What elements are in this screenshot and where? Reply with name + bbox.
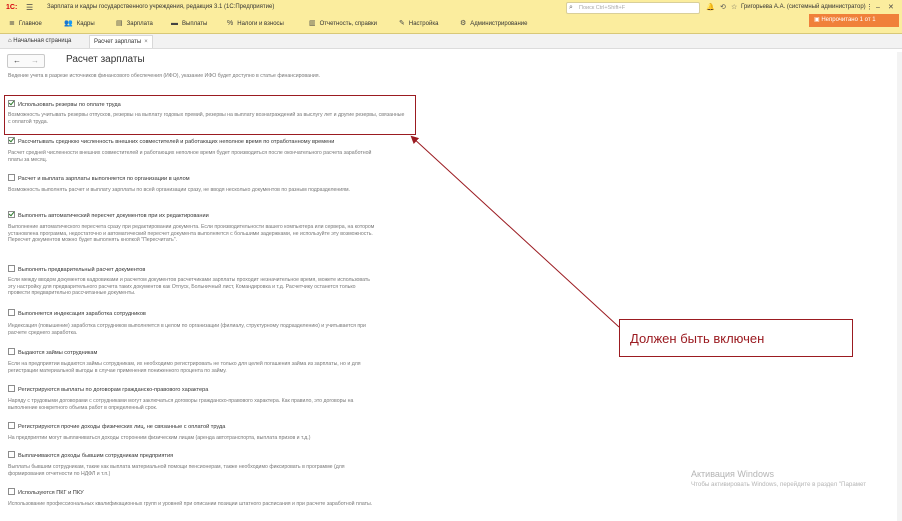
- windows-activation-title: Активация Windows: [691, 469, 774, 479]
- checkbox[interactable]: [8, 451, 15, 458]
- option-description: Расчет средней численности внешних совме…: [8, 150, 372, 163]
- highlight-frame: [4, 95, 416, 135]
- option-description: Выполнение автоматического пересчета сра…: [8, 224, 375, 243]
- settings-content: Ведение учета в разрезе источников финан…: [0, 0, 902, 521]
- checkbox[interactable]: [8, 348, 15, 355]
- option-description: Если на предприятии выдаются займы сотру…: [8, 361, 361, 374]
- option-pkg-pku[interactable]: Используются ПКГ и ПКУ: [8, 488, 84, 497]
- checkbox[interactable]: [8, 422, 15, 429]
- checkbox[interactable]: [8, 137, 15, 144]
- option-description: Использование профессиональных квалифика…: [8, 501, 373, 507]
- intro-text: Ведение учета в разрезе источников финан…: [8, 73, 320, 79]
- option-description: Индексация (повышение) заработка сотрудн…: [8, 323, 366, 336]
- option-former-employees[interactable]: Выплачиваются доходы бывшим сотрудникам …: [8, 451, 173, 460]
- option-org-wide-calculation[interactable]: Расчет и выплата зарплаты выполняется по…: [8, 174, 190, 183]
- windows-activation-text: Чтобы активировать Windows, перейдите в …: [691, 481, 867, 488]
- option-other-income[interactable]: Регистрируются прочие доходы физических …: [8, 422, 225, 431]
- option-civil-contracts[interactable]: Регистрируются выплаты по договорам граж…: [8, 385, 208, 394]
- option-employee-loans[interactable]: Выдаются займы сотрудникам: [8, 348, 97, 357]
- option-preliminary-calculation[interactable]: Выполнять предварительный расчет докумен…: [8, 265, 145, 274]
- checkbox[interactable]: [8, 211, 15, 218]
- option-description: Если между вводом документов кадровиками…: [8, 277, 370, 296]
- option-description: Наряду с трудовыми договорами с сотрудни…: [8, 398, 354, 411]
- option-description: Выплаты бывшим сотрудникам, такие как вы…: [8, 464, 345, 477]
- option-description: Возможность выполнять расчет и выплату з…: [8, 187, 350, 193]
- checkbox[interactable]: [8, 309, 15, 316]
- annotation-callout: Должен быть включен: [619, 319, 853, 357]
- checkbox[interactable]: [8, 174, 15, 181]
- option-auto-recalculation[interactable]: Выполнять автоматический пересчет докуме…: [8, 211, 209, 220]
- option-average-headcount[interactable]: Рассчитывать среднюю численность внешних…: [8, 137, 334, 146]
- checkbox[interactable]: [8, 488, 15, 495]
- checkbox[interactable]: [8, 385, 15, 392]
- option-description: На предприятии могут выплачиваться доход…: [8, 435, 311, 441]
- checkbox[interactable]: [8, 265, 15, 272]
- option-salary-indexation[interactable]: Выполняется индексация заработка сотрудн…: [8, 309, 146, 318]
